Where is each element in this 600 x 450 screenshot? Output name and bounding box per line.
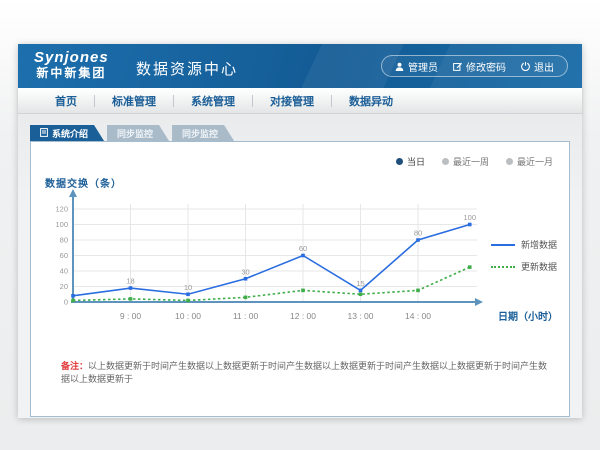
tab-system-intro[interactable]: 系统介绍 <box>30 125 104 141</box>
radio-label: 最近一周 <box>453 155 489 168</box>
svg-text:11 : 00: 11 : 00 <box>233 311 259 321</box>
svg-text:20: 20 <box>60 282 68 291</box>
footnote-text: 以上数据更新于时间产生数据以上数据更新于时间产生数据以上数据更新于时间产生数据以… <box>61 361 547 384</box>
change-password-label: 修改密码 <box>466 59 506 74</box>
logout-label: 退出 <box>534 59 554 74</box>
svg-text:100: 100 <box>463 213 476 222</box>
svg-text:0: 0 <box>64 298 68 307</box>
dotted-line-icon <box>491 266 515 268</box>
radio-dot-icon <box>442 158 449 165</box>
svg-text:14 : 00: 14 : 00 <box>405 311 431 321</box>
chart-panel: 当日 最近一周 最近一月 数据交换（条） 0204060801001209 : … <box>30 141 570 417</box>
svg-text:15: 15 <box>356 279 364 288</box>
power-icon <box>521 62 530 71</box>
svg-text:18: 18 <box>126 277 134 286</box>
tab-label: 同步监控 <box>117 127 153 140</box>
footnote-label: 备注： <box>61 361 88 371</box>
content-area: 系统介绍 同步监控 同步监控 当日 最近一周 <box>18 114 582 418</box>
change-password-button[interactable]: 修改密码 <box>453 59 506 74</box>
tab-bar: 系统介绍 同步监控 同步监控 <box>30 125 582 141</box>
svg-text:40: 40 <box>60 267 68 276</box>
document-icon <box>40 128 48 139</box>
radio-last-week[interactable]: 最近一周 <box>442 155 489 168</box>
tab-label: 同步监控 <box>182 127 218 140</box>
footnote: 备注：以上数据更新于时间产生数据以上数据更新于时间产生数据以上数据更新于时间产生… <box>61 360 551 386</box>
radio-label: 当日 <box>407 155 425 168</box>
user-icon <box>395 62 404 71</box>
legend-item-updated-data[interactable]: 更新数据 <box>491 260 557 273</box>
logout-button[interactable]: 退出 <box>521 59 554 74</box>
svg-text:120: 120 <box>55 205 68 214</box>
tab-sync-monitor-2[interactable]: 同步监控 <box>172 125 234 141</box>
svg-text:日期（小时）: 日期（小时） <box>498 310 558 323</box>
solid-line-icon <box>491 244 515 246</box>
tab-label: 系统介绍 <box>52 127 88 140</box>
svg-text:60: 60 <box>60 251 68 260</box>
user-name-label: 管理员 <box>408 59 438 74</box>
radio-dot-icon <box>506 158 513 165</box>
nav-item-data-change[interactable]: 数据异动 <box>332 93 410 109</box>
svg-text:80: 80 <box>414 229 422 238</box>
nav-item-home[interactable]: 首页 <box>38 93 94 109</box>
app-header: Synjones 新中新集团 数据资源中心 管理员 修改密码 退出 <box>18 44 582 88</box>
company-logo: Synjones 新中新集团 <box>34 49 109 81</box>
svg-text:10: 10 <box>184 283 192 292</box>
svg-text:60: 60 <box>299 244 307 253</box>
svg-text:12 : 00: 12 : 00 <box>290 311 316 321</box>
svg-text:10 : 00: 10 : 00 <box>175 311 201 321</box>
logo-text-cn: 新中新集团 <box>34 66 109 81</box>
app-window: Synjones 新中新集团 数据资源中心 管理员 修改密码 退出 <box>18 44 582 418</box>
current-user[interactable]: 管理员 <box>395 59 438 74</box>
nav-item-system-mgmt[interactable]: 系统管理 <box>174 93 252 109</box>
time-range-filter: 当日 最近一周 最近一月 <box>396 155 553 168</box>
nav-item-docking-mgmt[interactable]: 对接管理 <box>253 93 331 109</box>
tab-sync-monitor-1[interactable]: 同步监控 <box>107 125 169 141</box>
radio-label: 最近一月 <box>517 155 553 168</box>
legend-item-new-data[interactable]: 新增数据 <box>491 238 557 251</box>
legend-label: 更新数据 <box>521 260 557 273</box>
legend-label: 新增数据 <box>521 238 557 251</box>
radio-last-month[interactable]: 最近一月 <box>506 155 553 168</box>
svg-text:9 : 00: 9 : 00 <box>120 311 142 321</box>
svg-text:30: 30 <box>241 267 249 276</box>
svg-text:100: 100 <box>55 220 68 229</box>
radio-today[interactable]: 当日 <box>396 155 425 168</box>
chart-legend: 新增数据 更新数据 <box>491 238 557 273</box>
svg-text:13 : 00: 13 : 00 <box>348 311 374 321</box>
edit-icon <box>453 62 462 71</box>
svg-text:80: 80 <box>60 236 68 245</box>
radio-dot-icon <box>396 158 403 165</box>
page-title: 数据资源中心 <box>136 58 238 79</box>
logo-text-en: Synjones <box>34 49 109 66</box>
nav-item-standard-mgmt[interactable]: 标准管理 <box>95 93 173 109</box>
main-nav: 首页 标准管理 系统管理 对接管理 数据异动 <box>18 88 582 114</box>
user-toolbar: 管理员 修改密码 退出 <box>381 55 568 77</box>
